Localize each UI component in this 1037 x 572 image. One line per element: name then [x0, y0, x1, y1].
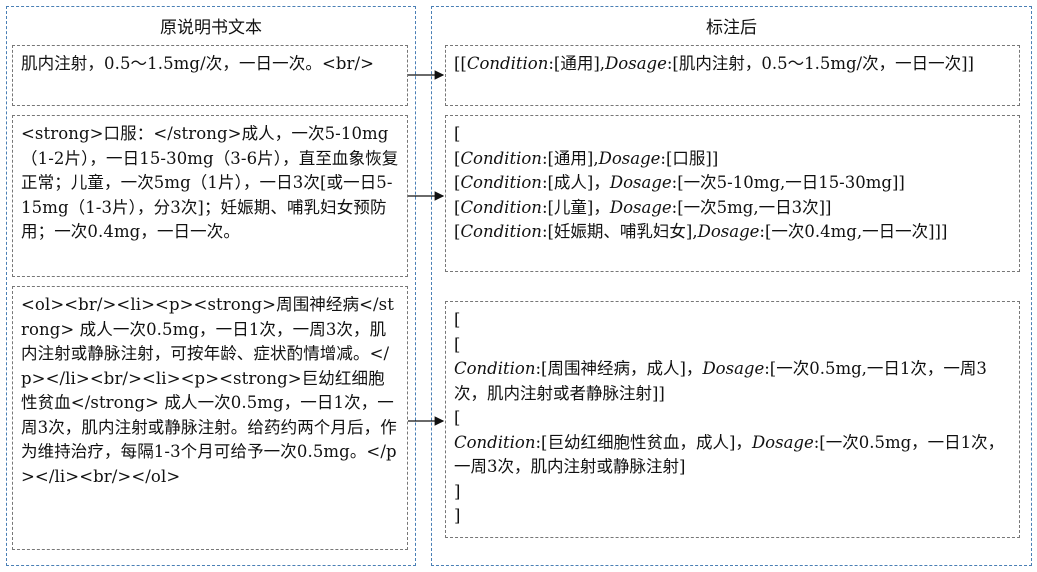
arrows: [408, 70, 445, 426]
